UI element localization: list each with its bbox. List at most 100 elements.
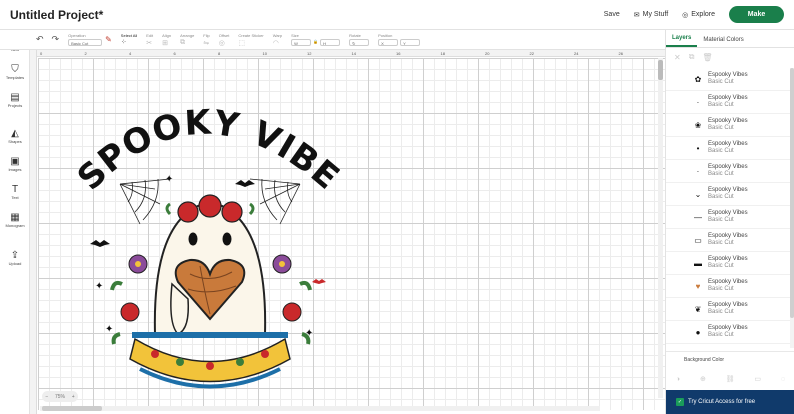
layer-text: Espooky Vibes Basic Cut — [708, 118, 748, 132]
sidebar-item-images[interactable]: ▣ Images — [0, 156, 30, 172]
make-button[interactable]: Make — [729, 6, 784, 23]
ruler-mark: 14 — [351, 51, 356, 56]
layer-name: Espooky Vibes — [708, 325, 748, 331]
layer-row[interactable]: ▭ Espooky Vibes Basic Cut — [666, 229, 790, 252]
undo-icon[interactable]: ↶ — [36, 34, 44, 45]
ruler-mark: 12 — [307, 51, 312, 56]
select-all-icon: ⁘ — [120, 39, 127, 46]
zoom-out-icon[interactable]: − — [45, 394, 48, 400]
layer-row[interactable]: ▬ Espooky Vibes Basic Cut — [666, 252, 790, 275]
lock-icon[interactable]: 🔒 — [313, 39, 318, 46]
canvas-horizontal-scrollbar[interactable] — [40, 406, 600, 411]
layer-text: Espooky Vibes Basic Cut — [708, 279, 748, 293]
tab-material-colors[interactable]: Material Colors — [697, 37, 749, 47]
warp-group[interactable]: Warp ◠ — [273, 33, 282, 47]
delete-icon[interactable]: 🗑 — [702, 53, 712, 62]
align-group[interactable]: Align ⊞ — [162, 33, 171, 47]
layer-name: Espooky Vibes — [708, 118, 748, 124]
project-title[interactable]: Untitled Project* — [10, 8, 103, 22]
warp-icon: ◠ — [272, 39, 279, 47]
offset-group[interactable]: Offset ◎ — [219, 33, 230, 47]
espooky-vibes-artwork[interactable]: ESPOOKY VIBES — [60, 84, 340, 394]
layer-thumbnail: ▭ — [694, 235, 702, 245]
sidebar-item-templates[interactable]: ⛉ Templates — [0, 64, 30, 80]
ruler-mark: 16 — [396, 51, 401, 56]
bat-right — [312, 279, 326, 284]
sidebar-item-upload[interactable]: ⇪ Upload — [0, 250, 30, 266]
left-sidebar: ⊕ New ⛉ Templates ▤ Projects ◭ Shapes ▣ … — [0, 30, 30, 414]
layer-row[interactable]: ❦ Espooky Vibes Basic Cut — [666, 298, 790, 321]
flatten-icon[interactable]: ▭ — [754, 375, 761, 383]
sidebar-item-label: Monogram — [5, 223, 25, 228]
sidebar-item-label: Images — [8, 167, 22, 172]
layers-scrollbar[interactable] — [790, 68, 794, 348]
select-all-button[interactable]: Select All ⁘ — [121, 33, 137, 46]
create-sticker-group[interactable]: Create Sticker ⬚ — [238, 33, 263, 47]
layer-row[interactable]: ❀ Espooky Vibes Basic Cut — [666, 114, 790, 137]
rotate-field[interactable]: ↻ — [349, 39, 370, 46]
ruler-mark: 4 — [129, 51, 132, 56]
ruler-mark: 10 — [262, 51, 267, 56]
layer-row[interactable]: ♥ Espooky Vibes Basic Cut — [666, 275, 790, 298]
flip-group[interactable]: Flip ⇋ — [203, 33, 209, 47]
layer-type: Basic Cut — [708, 148, 734, 154]
layer-tools: ✕ ⧉ 🗑 — [666, 48, 794, 66]
layer-row[interactable]: · Espooky Vibes Basic Cut — [666, 91, 790, 114]
pen-icon[interactable]: ✎ — [105, 35, 112, 44]
layer-name: Espooky Vibes — [708, 187, 748, 193]
size-label: Size — [291, 33, 299, 38]
edit-toolbar: ↶ ↷ Operation Basic Cut ✎ Select All ⁘ E… — [0, 30, 665, 50]
operation-select[interactable]: Basic Cut — [68, 39, 103, 46]
zoom-in-icon[interactable]: + — [72, 394, 75, 400]
layer-row[interactable]: — Espooky Vibes Basic Cut — [666, 206, 790, 229]
layer-type: Basic Cut — [708, 332, 734, 338]
sidebar-item-shapes[interactable]: ◭ Shapes — [0, 128, 30, 144]
panel-bottom-tools: ◑ ⊕ ⛓ ▭ ◌ — [666, 367, 794, 391]
undo-redo-group: ↶ ↷ — [36, 34, 59, 45]
layer-row[interactable]: ✿ Espooky Vibes Basic Cut — [666, 68, 790, 91]
panel-tabs: Layers Material Colors — [666, 30, 794, 48]
height-field[interactable]: H — [320, 39, 341, 46]
layer-row[interactable]: • Espooky Vibes Basic Cut — [666, 137, 790, 160]
sidebar-item-text[interactable]: T Text — [0, 184, 30, 200]
background-color-row[interactable]: Background Color — [666, 351, 794, 367]
layer-thumbnail: ⌄ — [694, 189, 702, 199]
access-label: Try Cricut Access for free — [688, 399, 756, 405]
size-group: Size W 🔒 H — [291, 33, 341, 46]
sidebar-item-monogram[interactable]: ▦ Monogram — [0, 212, 30, 228]
explore-button[interactable]: ◎ Explore — [682, 11, 715, 19]
size-inputs: W 🔒 H — [291, 39, 341, 46]
y-field[interactable]: Y — [400, 39, 421, 46]
sidebar-item-projects[interactable]: ▤ Projects — [0, 92, 30, 108]
canvas-area[interactable]: 02468101214161820222426 ESPOOKY VIBES — [30, 50, 665, 414]
shirt-icon: ⛉ — [11, 64, 19, 75]
zoom-control[interactable]: − 75% + — [42, 391, 78, 402]
explore-label: Explore — [691, 11, 715, 18]
edit-group[interactable]: Edit ✂ — [146, 33, 153, 47]
group-icon[interactable]: ✕ — [674, 53, 681, 62]
slice-icon[interactable]: ◑ — [676, 376, 680, 383]
my-stuff-button[interactable]: ✉ My Stuff — [634, 11, 668, 19]
ruler-mark: 18 — [440, 51, 445, 56]
ruler-mark: 0 — [40, 51, 43, 56]
layer-row[interactable]: · Espooky Vibes Basic Cut — [666, 160, 790, 183]
redo-icon[interactable]: ↷ — [52, 34, 60, 45]
layer-row[interactable]: ● Espooky Vibes Basic Cut — [666, 321, 790, 344]
layer-thumbnail: — — [694, 212, 702, 222]
cricut-access-banner[interactable]: ✓ Try Cricut Access for free — [666, 390, 794, 414]
contour-icon[interactable]: ◌ — [781, 376, 785, 383]
attach-icon[interactable]: ⛓ — [726, 375, 735, 383]
width-field[interactable]: W — [291, 39, 312, 46]
duplicate-icon[interactable]: ⧉ — [689, 52, 695, 62]
x-field[interactable]: X — [378, 39, 399, 46]
canvas-vertical-scrollbar[interactable] — [658, 58, 663, 398]
ruler-mark: 6 — [173, 51, 176, 56]
tab-layers[interactable]: Layers — [666, 35, 698, 47]
save-button[interactable]: Save — [604, 11, 620, 18]
image-icon: ▣ — [10, 156, 20, 167]
sticker-icon: ⬚ — [238, 39, 245, 47]
combine-icon[interactable]: ⊕ — [700, 375, 706, 383]
sidebar-item-label: Upload — [8, 261, 22, 266]
arrange-group[interactable]: Arrange ⧉ — [180, 33, 194, 47]
layer-row[interactable]: ⌄ Espooky Vibes Basic Cut — [666, 183, 790, 206]
